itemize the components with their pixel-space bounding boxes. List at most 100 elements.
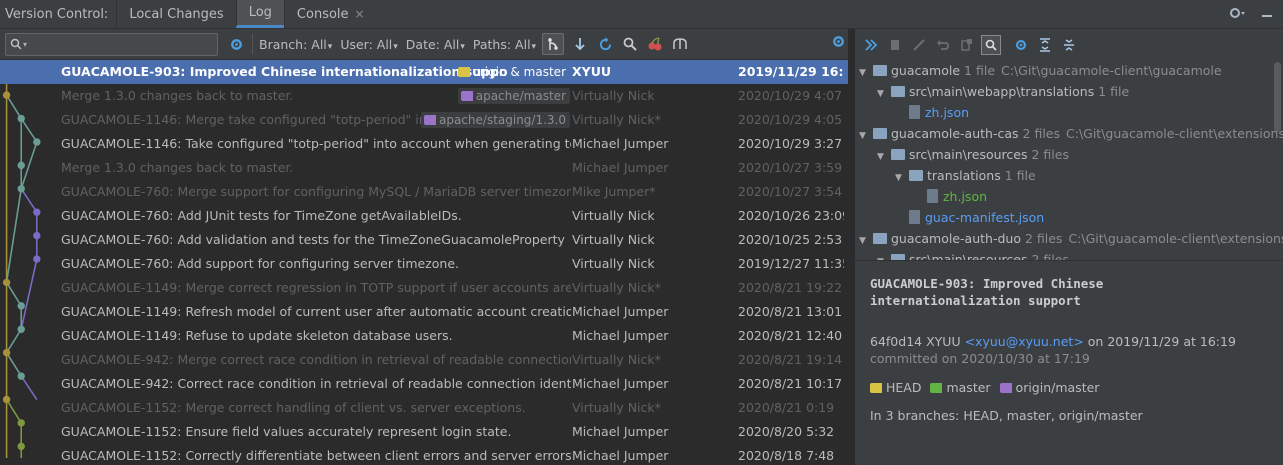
commit-subject-cell: GUACAMOLE-1152: Merge correct handling o… bbox=[61, 400, 526, 415]
collapse-all-icon[interactable] bbox=[1059, 35, 1079, 55]
graph-options-icon[interactable] bbox=[542, 33, 565, 55]
commit-author-cell: Virtually Nick bbox=[572, 256, 655, 271]
commit-subject-line: GUACAMOLE-903: Improved Chinese bbox=[870, 276, 1104, 291]
tree-folder-node[interactable]: ▼ guacamole-auth-duo 2 files C:\Git\guacamo… bbox=[855, 228, 1283, 249]
changed-files-tree: ▼ guacamole 1 file C:\Git\guacamole-client\… bbox=[855, 60, 1283, 260]
gear-icon[interactable] bbox=[1011, 35, 1031, 55]
commit-subject-cell: GUACAMOLE-760: Add JUnit tests for TimeZ… bbox=[61, 208, 462, 223]
tree-file-node[interactable]: zh.json bbox=[855, 186, 1283, 207]
tree-node-name: guacamole-auth-duo bbox=[891, 231, 1021, 246]
tab-local-changes-label: Local Changes bbox=[129, 6, 224, 22]
commit-date-cell: 2019/11/29 16:19 bbox=[738, 64, 844, 79]
ref-label: master bbox=[946, 380, 991, 395]
commit-subject-cell: Merge 1.3.0 changes back to master. bbox=[61, 160, 294, 175]
commit-author-cell: Virtually Nick* bbox=[572, 280, 661, 295]
table-row[interactable]: GUACAMOLE-760: Add JUnit tests for TimeZ… bbox=[0, 204, 848, 228]
commit-date-cell: 2020/8/21 19:14 bbox=[738, 352, 843, 367]
tag-icon bbox=[999, 382, 1012, 393]
minimize-icon[interactable] bbox=[1261, 7, 1273, 22]
diff-icon[interactable] bbox=[957, 35, 977, 55]
tree-node-name: guac-manifest.json bbox=[925, 210, 1045, 225]
tree-node-name: guacamole-auth-cas bbox=[891, 126, 1019, 141]
tab-log[interactable]: Log bbox=[235, 0, 284, 28]
file-count: 2 files bbox=[1022, 126, 1060, 141]
table-row[interactable]: GUACAMOLE-1146: Take configured "totp-pe… bbox=[0, 132, 848, 156]
table-row[interactable]: GUACAMOLE-1152: Correctly differentiate … bbox=[0, 444, 848, 465]
divider bbox=[252, 34, 253, 54]
magnifier-icon[interactable] bbox=[620, 34, 640, 54]
date-filter[interactable]: Date: All▾ bbox=[406, 37, 465, 52]
table-row[interactable]: Merge 1.3.0 changes back to master. apach… bbox=[0, 84, 848, 108]
ref-label: apache/master bbox=[475, 89, 566, 103]
tree-folder-node[interactable]: ▼ src\main\webapp\translations 1 file bbox=[855, 81, 1283, 102]
file-count: 1 file bbox=[1098, 84, 1130, 99]
tag-icon bbox=[460, 91, 473, 101]
table-row[interactable]: GUACAMOLE-942: Correct race condition in… bbox=[0, 372, 848, 396]
user-filter[interactable]: User: All▾ bbox=[340, 37, 397, 52]
log-panel: ▾ Branch: All▾ User: All▾ Date: All▾ Pat… bbox=[0, 29, 848, 465]
expand-graph-icon[interactable] bbox=[670, 34, 690, 54]
author-email-link[interactable]: <xyuu@xyuu.net> bbox=[965, 334, 1084, 349]
settings-gear-icon[interactable] bbox=[1229, 6, 1247, 23]
chevron-down-icon[interactable]: ▼ bbox=[877, 252, 889, 260]
folder-icon bbox=[891, 86, 905, 97]
paths-filter[interactable]: Paths: All▾ bbox=[473, 37, 536, 52]
tree-node-name: src\main\webapp\translations bbox=[909, 84, 1095, 99]
tree-file-node[interactable]: zh.json bbox=[855, 102, 1283, 123]
branch-filter[interactable]: Branch: All▾ bbox=[259, 37, 332, 52]
commit-author-cell: Michael Jumper bbox=[572, 160, 669, 175]
ref-label: origin/master bbox=[1015, 380, 1100, 395]
commit-author-cell: Michael Jumper bbox=[572, 448, 669, 463]
tree-folder-node[interactable]: ▼src\main\resources2 files bbox=[855, 249, 1283, 260]
commit-date-cell: 2020/8/18 7:48 bbox=[738, 448, 835, 463]
settings-icon[interactable] bbox=[226, 34, 246, 54]
table-row[interactable]: GUACAMOLE-903: Improved Chinese internat… bbox=[0, 60, 848, 84]
collapse-icon[interactable] bbox=[861, 35, 881, 55]
table-row[interactable]: GUACAMOLE-760: Add support for configuri… bbox=[0, 252, 848, 276]
commit-date-cell: 2020/8/21 12:40 bbox=[738, 328, 843, 343]
edit-source-icon[interactable] bbox=[885, 35, 905, 55]
tag-icon bbox=[930, 382, 943, 393]
preview-diff-icon[interactable] bbox=[981, 34, 1001, 55]
expand-all-icon[interactable] bbox=[1035, 35, 1055, 55]
commit-date-cell: 2020/10/29 4:07 bbox=[738, 88, 843, 103]
log-settings-icon[interactable] bbox=[831, 34, 846, 53]
table-row[interactable]: GUACAMOLE-760: Add validation and tests … bbox=[0, 228, 848, 252]
revert-icon[interactable] bbox=[933, 35, 953, 55]
table-row[interactable]: GUACAMOLE-760: Merge support for configu… bbox=[0, 180, 848, 204]
close-icon[interactable]: × bbox=[355, 0, 365, 29]
commit-subject: GUACAMOLE-903: Improved Chinese internat… bbox=[870, 275, 1283, 309]
table-row[interactable]: Merge 1.3.0 changes back to master. Micha… bbox=[0, 156, 848, 180]
table-row[interactable]: GUACAMOLE-1152: Merge correct handling o… bbox=[0, 396, 848, 420]
commit-subject-cell: GUACAMOLE-1149: Refresh model of current… bbox=[61, 304, 571, 319]
tree-folder-node[interactable]: ▼ guacamole-auth-cas 2 files C:\Git\guacamo… bbox=[855, 123, 1283, 144]
go-to-hash-icon[interactable] bbox=[570, 34, 590, 54]
tree-folder-node[interactable]: ▼ translations 1 file bbox=[855, 165, 1283, 186]
table-row[interactable]: GUACAMOLE-942: Merge correct race condit… bbox=[0, 348, 848, 372]
tree-file-node[interactable]: guac-manifest.json bbox=[855, 207, 1283, 228]
table-row[interactable]: GUACAMOLE-1152: Ensure field values accu… bbox=[0, 420, 848, 444]
open-repo-icon[interactable] bbox=[909, 35, 929, 55]
repo-path: C:\Git\guacamole-client\guacamole bbox=[1001, 63, 1222, 78]
tree-folder-node[interactable]: ▼src\main\resources2 files bbox=[855, 144, 1283, 165]
repo-path: C:\Git\guacamole-client\extensions\gua bbox=[1066, 126, 1283, 141]
cherry-pick-icon[interactable] bbox=[645, 34, 665, 54]
tree-folder-node[interactable]: ▼ guacamole 1 file C:\Git\guacamole-client\… bbox=[855, 60, 1283, 81]
file-count: 1 file bbox=[964, 63, 996, 78]
commit-date-cell: 2020/10/25 2:53 bbox=[738, 232, 843, 247]
table-row[interactable]: GUACAMOLE-1149: Refuse to update skeleto… bbox=[0, 324, 848, 348]
json-file-icon bbox=[909, 210, 920, 224]
tab-local-changes[interactable]: Local Changes bbox=[116, 0, 235, 28]
commit-hash[interactable]: 64f0d14 bbox=[870, 334, 922, 349]
commit-details: GUACAMOLE-903: Improved Chinese internat… bbox=[855, 261, 1283, 424]
table-row[interactable]: GUACAMOLE-1146: Merge take configured "t… bbox=[0, 108, 848, 132]
search-input[interactable]: ▾ bbox=[5, 32, 218, 56]
tab-console[interactable]: Console × bbox=[283, 0, 377, 29]
commit-subject-cell: GUACAMOLE-1152: Correctly differentiate … bbox=[61, 448, 571, 463]
ref-label-badge: apache/master bbox=[457, 88, 570, 104]
commit-author-cell: Michael Jumper bbox=[572, 424, 669, 439]
table-row[interactable]: GUACAMOLE-1149: Refresh model of current… bbox=[0, 300, 848, 324]
tag-icon bbox=[423, 115, 436, 125]
table-row[interactable]: GUACAMOLE-1149: Merge correct regression… bbox=[0, 276, 848, 300]
refresh-icon[interactable] bbox=[595, 34, 615, 54]
